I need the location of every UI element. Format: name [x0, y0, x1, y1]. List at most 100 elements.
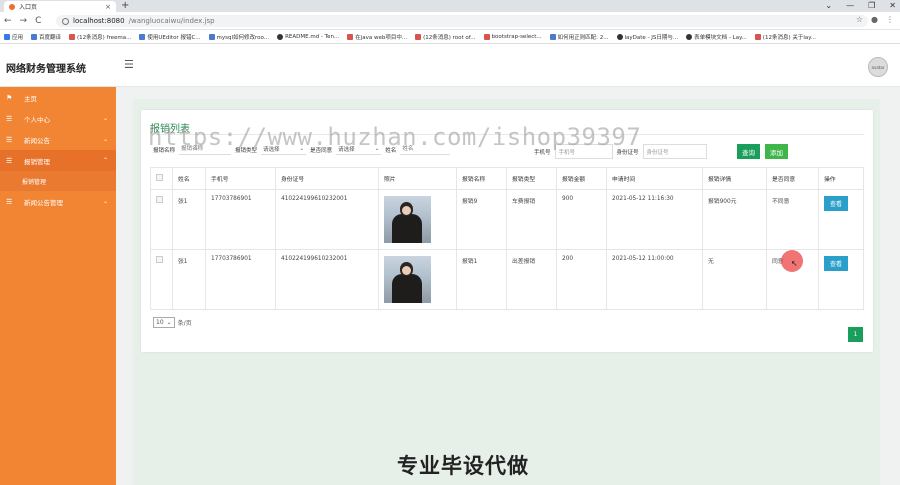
app-title: 网络财务管理系统 — [6, 64, 86, 75]
chevron-down-icon: ⌄ — [166, 319, 172, 326]
bookmark-item[interactable]: 百度翻译 — [31, 33, 61, 41]
sidebar-item-profile[interactable]: ☰ 个人中心 ⌄ — [0, 108, 116, 129]
bookmark-item[interactable]: layDate - JS日期与... — [616, 33, 678, 41]
sidebar-item-reimbursement[interactable]: ☰ 报销管理 ⌃ — [0, 150, 116, 171]
address-bar-actions: ☆ ● ⋮ — [856, 15, 894, 24]
cell-action: 查看 — [818, 249, 864, 310]
sidebar-item-news[interactable]: ☰ 新闻公告 ⌄ — [0, 129, 116, 150]
browser-tab-bar: 入口页 × + ⌄ — ❐ ✕ — [0, 0, 900, 12]
cell-type: 车费报销 — [506, 189, 557, 250]
layui-icon — [686, 33, 693, 40]
minimize-button[interactable]: — — [846, 0, 854, 12]
row-checkbox[interactable] — [156, 256, 163, 263]
reimbursement-table: 姓名 手机号 身份证号 照片 报销名称 报销类型 报销金额 申请时间 报销详情 … — [150, 167, 864, 310]
idcard-input[interactable]: 身份证号 — [642, 144, 707, 159]
cell-type: 出差报销 — [506, 249, 557, 310]
column-header: 操作 — [818, 167, 864, 190]
pagination-current-page[interactable]: 1 — [848, 327, 863, 342]
chevron-down-icon: ⌄ — [102, 136, 108, 143]
column-header: 报销详情 — [702, 167, 767, 190]
app-header: 网络财务管理系统 ☰ avatar — [0, 44, 900, 87]
close-window-button[interactable]: ✕ — [889, 0, 896, 12]
list-icon: ☰ — [6, 197, 13, 206]
doc-icon — [483, 33, 490, 40]
add-button[interactable]: 添加 — [765, 144, 788, 159]
q-icon — [549, 33, 556, 40]
user-photo — [384, 256, 431, 303]
menu-toggle-icon[interactable]: ☰ — [124, 58, 134, 71]
site-info-icon[interactable] — [62, 17, 69, 25]
reload-button[interactable]: C — [35, 16, 41, 26]
select-all-header[interactable] — [150, 167, 173, 190]
sidebar-item-news-management[interactable]: ☰ 新闻公告管理 ⌄ — [0, 191, 116, 212]
sidebar-item-label: 新闻公告 — [24, 136, 50, 145]
bookmark-item[interactable]: 应用 — [4, 33, 23, 41]
column-header: 手机号 — [205, 167, 276, 190]
row-select-cell[interactable] — [150, 249, 173, 310]
column-header: 报销名称 — [456, 167, 507, 190]
column-header: 是否同意 — [766, 167, 819, 190]
cell-photo — [378, 249, 457, 310]
chevron-down-icon: ⌄ — [102, 115, 108, 122]
cell-idcard: 410224199610232001 — [275, 189, 379, 250]
sidebar-item-label: 报销管理 — [24, 157, 50, 166]
cell-detail: 报销900元 — [702, 189, 767, 250]
bookmark-item[interactable]: 使用UEditor 报错C... — [139, 33, 201, 41]
sidebar-subitem-reimbursement[interactable]: 报销管理 — [0, 171, 116, 191]
bookmark-item[interactable]: bootstrap-select... — [483, 33, 542, 40]
new-tab-button[interactable]: + — [121, 0, 129, 12]
bookmark-item[interactable]: (12条消息) root of... — [415, 33, 476, 41]
row-checkbox[interactable] — [156, 196, 163, 203]
browser-tab-title: 入口页 — [19, 4, 38, 11]
avatar[interactable]: avatar — [868, 57, 888, 77]
list-icon: ☰ — [6, 114, 13, 123]
address-bar-row: ← → C localhost:8080/wangluocaiwu/index.… — [0, 12, 900, 30]
cell-time: 2021-05-12 11:16:30 — [606, 189, 703, 250]
bookmark-item[interactable]: (12条消息) 关于lay... — [754, 33, 816, 41]
column-header: 姓名 — [172, 167, 206, 190]
bookmark-item[interactable]: README.md - Ten... — [277, 33, 339, 40]
maximize-button[interactable]: ❐ — [868, 0, 875, 12]
search-button[interactable]: 查询 — [737, 144, 760, 159]
cell-amount: 900 — [556, 189, 607, 250]
bookmark-item[interactable]: 表单模块文档 - Lay... — [686, 33, 747, 41]
flag-icon: ⚑ — [6, 93, 13, 102]
sidebar: ⚑ 主页 ☰ 个人中心 ⌄ ☰ 新闻公告 ⌄ ☰ 报销管理 ⌃ 报销管理 ☰ 新… — [0, 87, 116, 485]
row-select-cell[interactable] — [150, 189, 173, 250]
csdn-icon — [415, 33, 422, 40]
table-row: 张1 17703786901 410224199610232001 报销1 出差… — [150, 249, 864, 310]
cell-name: 张1 — [172, 189, 206, 250]
chevron-down-icon: ⌄ — [102, 198, 108, 205]
user-photo — [384, 196, 431, 243]
sidebar-item-home[interactable]: ⚑ 主页 — [0, 87, 116, 108]
promo-caption: 专业毕设代做 — [397, 454, 529, 478]
browser-menu-icon[interactable]: ⋮ — [886, 15, 894, 24]
forward-button[interactable]: → — [20, 16, 28, 26]
view-button[interactable]: 查看 — [824, 196, 849, 211]
sidebar-item-label: 新闻公告管理 — [24, 198, 63, 207]
view-button[interactable]: 查看 — [824, 256, 849, 271]
browser-tab[interactable]: 入口页 × — [4, 1, 116, 12]
page-size-suffix: 条/页 — [177, 320, 192, 327]
mouse-cursor-icon: ↖ — [791, 259, 798, 268]
list-icon: ☰ — [6, 156, 13, 165]
sidebar-item-label: 主页 — [24, 94, 37, 103]
watermark-text: https://www.huzhan.com/ishop39397 — [148, 123, 642, 151]
bookmark-star-icon[interactable]: ☆ — [856, 15, 863, 24]
bookmark-item[interactable]: (12条消息) freema... — [69, 33, 131, 41]
bookmark-item[interactable]: 在java web项目中... — [347, 33, 407, 41]
translate-icon — [31, 33, 38, 40]
page-size-select[interactable]: 10 ⌄ — [153, 317, 175, 328]
tab-search-icon[interactable]: ⌄ — [825, 0, 832, 12]
profile-icon[interactable]: ● — [871, 15, 878, 24]
url-field[interactable]: localhost:8080/wangluocaiwu/index.jsp — [56, 15, 868, 27]
favicon-icon — [9, 3, 15, 10]
bookmark-item[interactable]: mysql如何修改roo... — [208, 33, 269, 41]
select-all-checkbox[interactable] — [156, 174, 163, 181]
back-button[interactable]: ← — [4, 16, 12, 26]
bookmark-item[interactable]: 如何用正则匹配: 2... — [549, 33, 609, 41]
cell-idcard: 410224199610232001 — [275, 249, 379, 310]
close-tab-icon[interactable]: × — [105, 3, 111, 11]
page-size-control: 10 ⌄ 条/页 — [153, 317, 192, 328]
column-header: 申请时间 — [606, 167, 703, 190]
